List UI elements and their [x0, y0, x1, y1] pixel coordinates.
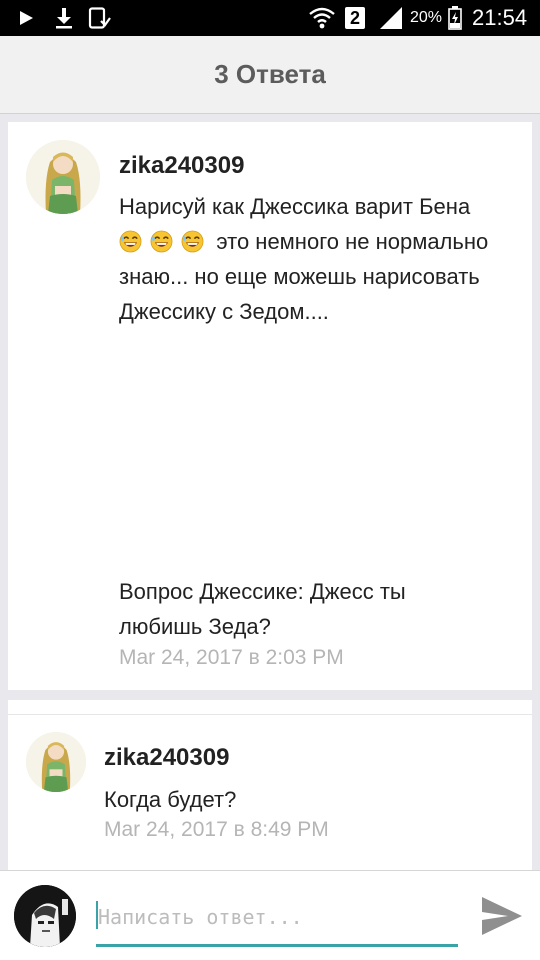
avatar[interactable]	[26, 732, 86, 792]
app-header: 3 Ответа	[0, 36, 540, 114]
comment-text-line: Когда будет?	[104, 787, 237, 812]
battery-icon	[448, 6, 462, 30]
text-cursor	[96, 901, 98, 929]
comment-card: zika240309 Когда будет? Mar 24, 2017 в 8…	[8, 700, 532, 870]
user-avatar[interactable]	[14, 885, 76, 947]
send-icon	[482, 897, 522, 935]
avatar[interactable]	[26, 140, 100, 214]
page-title: 3 Ответа	[214, 59, 326, 89]
wifi-icon	[308, 6, 336, 30]
comment-text-fragment: это немного не нормально	[216, 229, 489, 254]
comment-text-line: любишь Зеда?	[119, 614, 271, 639]
download-icon	[52, 6, 76, 30]
reply-bar	[0, 870, 540, 960]
grinning-sweat-emoji	[119, 229, 212, 254]
comment-text-line: Вопрос Джессике: Джесс ты	[119, 579, 406, 604]
comment-timestamp: Mar 24, 2017 в 8:49 PM	[104, 818, 329, 841]
comment-text-line: Нарисуй как Джессика варит Бена	[119, 194, 471, 219]
play-icon	[14, 6, 38, 30]
comment-text-line: знаю... но еще можешь нарисовать	[119, 264, 480, 289]
comment-username[interactable]: zika240309	[104, 744, 229, 772]
signal-icon	[378, 6, 404, 30]
sim-number: 2	[345, 7, 365, 29]
screenshot-icon	[86, 6, 112, 30]
comment-text-line: Джессику с Зедом....	[119, 299, 329, 324]
status-bar: 2 20% 21:54	[0, 0, 540, 36]
send-button[interactable]	[478, 893, 526, 939]
comment-card: zika240309 Нарисуй как Джессика варит Бе…	[8, 122, 532, 690]
reply-input[interactable]	[96, 895, 458, 947]
comment-text-line: это немного не нормально	[119, 224, 488, 259]
comment-username[interactable]: zika240309	[119, 152, 244, 180]
sim-icon: 2	[344, 6, 366, 30]
clock: 21:54	[472, 5, 528, 30]
battery-percent: 20%	[410, 9, 443, 26]
comment-timestamp: Mar 24, 2017 в 2:03 PM	[119, 646, 344, 669]
divider	[8, 714, 532, 715]
